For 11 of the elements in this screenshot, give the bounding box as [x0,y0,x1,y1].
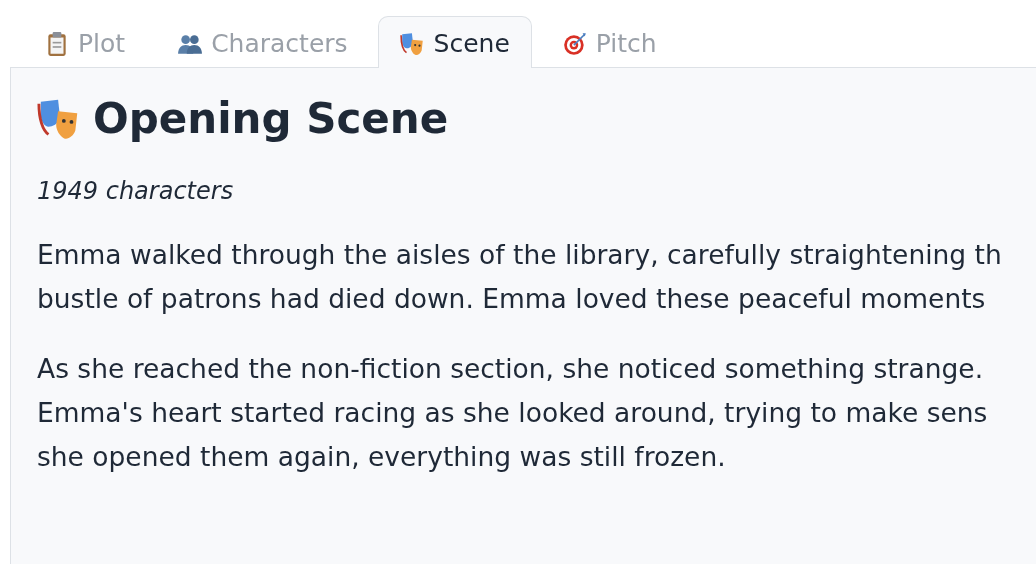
text-line: she opened them again, everything was still frozen. [37,440,727,474]
target-icon [561,30,588,57]
character-count: 1949 characters [37,177,235,205]
scene-title: Opening Scene [93,94,449,143]
text-line: Emma's heart started racing as she looked around, trying to make sens [37,396,989,430]
text-line: As she reached the non-fiction section, she noticed something strange. [37,352,985,386]
text-line: bustle of patrons had died down. Emma loved these peaceful moments [37,282,987,316]
text-line: Emma walked through the aisles of the library, carefully straightening th [37,238,1003,272]
tab[interactable]: Scene [377,16,532,68]
tab[interactable]: Characters [155,16,370,68]
theater-masks-icon [399,30,426,57]
